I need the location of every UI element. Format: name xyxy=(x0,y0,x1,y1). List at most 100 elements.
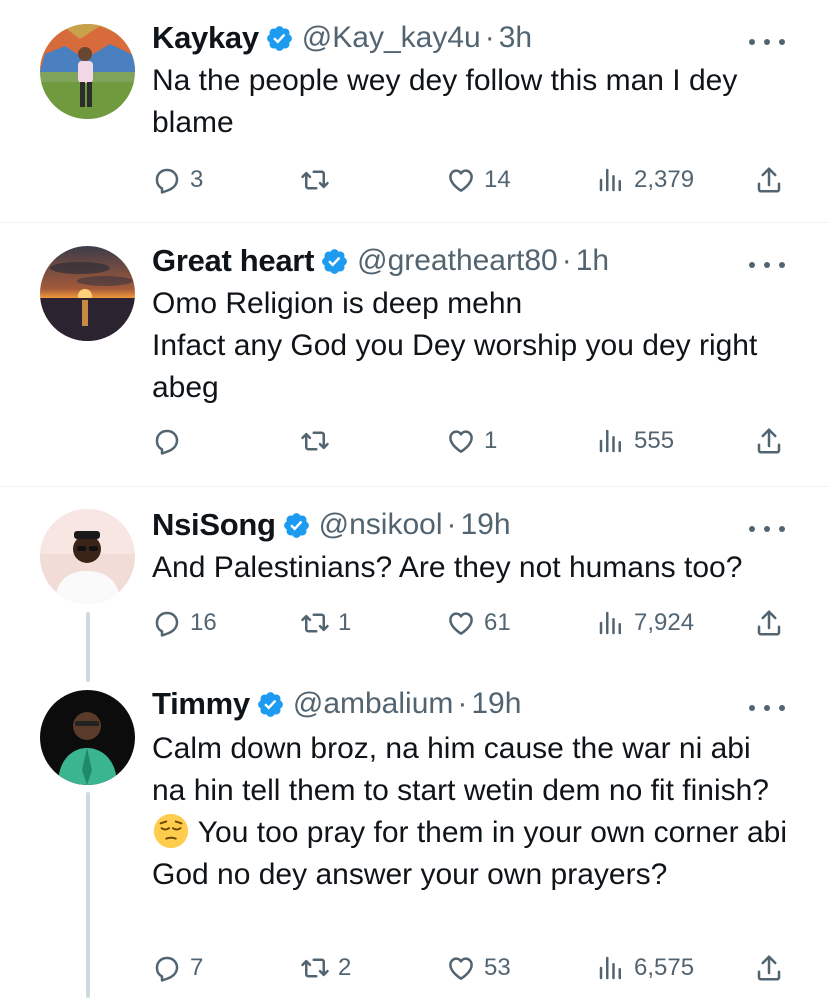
views-icon xyxy=(596,953,626,983)
like-button[interactable]: 53 xyxy=(446,948,511,988)
tweet-nsisong[interactable]: NsiSong @nsikool · 19h And Palestinians?… xyxy=(0,487,829,682)
share-icon xyxy=(754,953,784,983)
like-icon xyxy=(446,953,476,983)
views-icon xyxy=(596,608,626,638)
verified-badge-icon[interactable] xyxy=(320,247,349,276)
retweet-icon xyxy=(300,608,330,638)
tweet-kaykay[interactable]: Kaykay @Kay_kay4u · 3h Na the people wey… xyxy=(0,0,829,222)
views-button[interactable]: 555 xyxy=(596,421,674,461)
like-icon xyxy=(446,165,476,195)
tweet-text-part: Calm down broz, na him cause the war ni … xyxy=(152,732,769,807)
retweet-icon xyxy=(300,426,330,456)
like-count: 53 xyxy=(484,954,511,981)
verified-badge-icon[interactable] xyxy=(282,511,311,540)
avatar-sunset-image xyxy=(40,246,135,341)
views-button[interactable]: 2,379 xyxy=(596,160,694,200)
reply-icon xyxy=(152,608,182,638)
tweet-timmy[interactable]: Timmy @ambalium · 19h Calm down broz, na… xyxy=(0,670,829,998)
share-button[interactable] xyxy=(754,948,784,988)
retweet-button[interactable]: 2 xyxy=(300,948,351,988)
like-button[interactable]: 14 xyxy=(446,160,511,200)
views-count: 2,379 xyxy=(634,166,695,193)
share-button[interactable] xyxy=(754,160,784,200)
action-bar: 7 2 53 6,575 xyxy=(152,948,787,988)
handle[interactable]: @greatheart80 xyxy=(357,244,558,278)
share-icon xyxy=(754,608,784,638)
like-button[interactable]: 1 xyxy=(446,421,497,461)
handle[interactable]: @nsikool xyxy=(319,508,443,542)
more-options-icon[interactable] xyxy=(749,255,785,275)
reply-icon xyxy=(152,953,182,983)
tweet-text-part: You too pray for them in your own corner… xyxy=(152,816,788,891)
share-button[interactable] xyxy=(754,421,784,461)
retweet-button[interactable] xyxy=(300,421,338,461)
handle[interactable]: @Kay_kay4u xyxy=(302,21,481,55)
handle[interactable]: @ambalium xyxy=(293,687,454,721)
reply-button[interactable]: 7 xyxy=(152,948,203,988)
retweet-count: 2 xyxy=(338,954,352,981)
retweet-button[interactable]: 1 xyxy=(300,603,351,643)
separator-dot: · xyxy=(561,244,572,277)
avatar[interactable] xyxy=(40,246,135,341)
tweet-header: Kaykay @Kay_kay4u · 3h xyxy=(152,18,532,58)
retweet-count: 1 xyxy=(338,609,352,636)
reply-button[interactable]: 3 xyxy=(152,160,203,200)
reply-icon xyxy=(152,165,182,195)
separator-dot: · xyxy=(484,21,495,54)
reply-button[interactable]: 16 xyxy=(152,603,217,643)
timestamp[interactable]: 19h xyxy=(471,687,521,721)
more-options-icon[interactable] xyxy=(749,519,785,539)
pensive-face-emoji-icon xyxy=(153,813,189,849)
views-count: 6,575 xyxy=(634,954,695,981)
tweet-text: Omo Religion is deep mehn Infact any God… xyxy=(152,287,758,404)
reply-button[interactable] xyxy=(152,421,190,461)
tweet-text: Na the people wey dey follow this man I … xyxy=(152,64,738,139)
verified-badge-icon[interactable] xyxy=(256,690,285,719)
separator-dot: · xyxy=(446,508,457,541)
display-name[interactable]: Timmy xyxy=(152,686,250,722)
action-bar: 3 14 2,379 xyxy=(152,160,787,200)
avatar-kaykay-image xyxy=(40,24,135,119)
timestamp[interactable]: 19h xyxy=(460,508,510,542)
tweet-header: NsiSong @nsikool · 19h xyxy=(152,505,511,545)
display-name[interactable]: Great heart xyxy=(152,243,314,279)
share-button[interactable] xyxy=(754,603,784,643)
tweet-header: Great heart @greatheart80 · 1h xyxy=(152,241,609,281)
avatar-nsisong-image xyxy=(40,509,135,604)
retweet-icon xyxy=(300,953,330,983)
views-count: 7,924 xyxy=(634,609,695,636)
more-options-icon[interactable] xyxy=(749,32,785,52)
verified-badge-icon[interactable] xyxy=(265,24,294,53)
tweet-text: And Palestinians? Are they not humans to… xyxy=(152,551,743,584)
more-options-icon[interactable] xyxy=(749,698,785,718)
share-icon xyxy=(754,165,784,195)
views-count: 555 xyxy=(634,427,675,454)
share-icon xyxy=(754,426,784,456)
tweet-great-heart[interactable]: Great heart @greatheart80 · 1h Omo Relig… xyxy=(0,223,829,486)
action-bar: 1 555 xyxy=(152,421,787,461)
retweet-icon xyxy=(300,165,330,195)
like-count: 61 xyxy=(484,609,511,636)
views-button[interactable]: 6,575 xyxy=(596,948,694,988)
views-icon xyxy=(596,426,626,456)
avatar[interactable] xyxy=(40,509,135,604)
like-button[interactable]: 61 xyxy=(446,603,511,643)
separator-dot: · xyxy=(457,687,468,720)
reply-count: 16 xyxy=(190,609,217,636)
views-button[interactable]: 7,924 xyxy=(596,603,694,643)
reply-icon xyxy=(152,426,182,456)
avatar[interactable] xyxy=(40,24,135,119)
tweet-header: Timmy @ambalium · 19h xyxy=(152,684,521,724)
timestamp[interactable]: 3h xyxy=(499,21,532,55)
like-icon xyxy=(446,608,476,638)
timestamp[interactable]: 1h xyxy=(576,244,609,278)
tweet-text: Calm down broz, na him cause the war ni … xyxy=(152,728,792,896)
avatar-timmy-image xyxy=(40,690,135,785)
reply-count: 7 xyxy=(190,954,204,981)
display-name[interactable]: Kaykay xyxy=(152,20,259,56)
action-bar: 16 1 61 7,924 xyxy=(152,603,787,643)
retweet-button[interactable] xyxy=(300,160,338,200)
avatar[interactable] xyxy=(40,690,135,785)
display-name[interactable]: NsiSong xyxy=(152,507,276,543)
views-icon xyxy=(596,165,626,195)
